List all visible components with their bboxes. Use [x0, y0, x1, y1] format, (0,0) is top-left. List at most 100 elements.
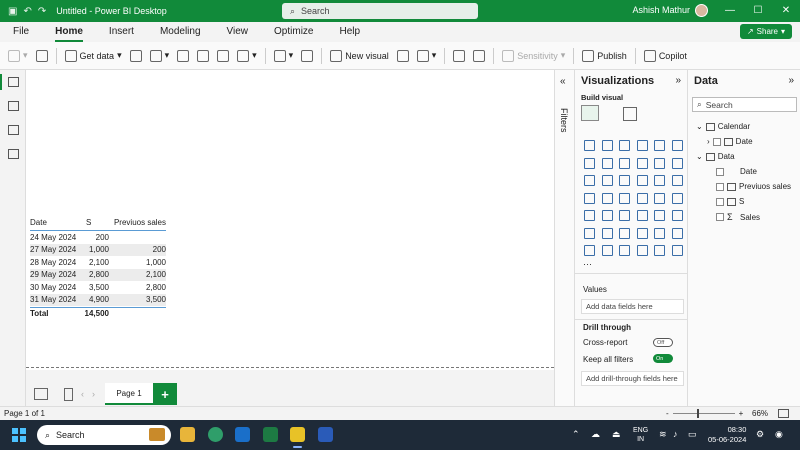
map-icon[interactable] — [601, 192, 613, 204]
drill-through-field-well[interactable]: Add drill-through fields here — [581, 371, 684, 386]
matrix-icon[interactable] — [654, 210, 665, 221]
report-canvas[interactable]: Date S Previuos sales 24 May 2024 200 27… — [26, 70, 554, 370]
power-apps-icon[interactable] — [619, 245, 630, 256]
filled-map-icon[interactable] — [619, 192, 630, 204]
paginated-report-icon[interactable] — [584, 245, 595, 256]
smart-narrative-icon[interactable] — [654, 227, 665, 239]
eject-icon[interactable]: ⏏ — [612, 429, 621, 440]
model-view-button[interactable] — [0, 118, 26, 142]
report-view-button[interactable] — [0, 70, 26, 94]
sql-button[interactable] — [177, 49, 190, 62]
ribbon-chart-icon[interactable] — [584, 175, 595, 186]
zoom-slider[interactable] — [672, 409, 735, 418]
taskbar-search-box[interactable]: ⌕ Search — [37, 425, 171, 445]
filters-pane-collapsed[interactable]: « Filters — [554, 70, 574, 406]
keep-all-filters-toggle[interactable]: On — [653, 354, 673, 363]
new-measure-button[interactable] — [453, 49, 466, 62]
field-data-date[interactable]: Date — [716, 167, 757, 176]
filters-label[interactable]: Filters — [559, 108, 569, 133]
azure-map-icon[interactable] — [636, 192, 648, 204]
add-page-button[interactable]: + — [153, 383, 177, 405]
table-visual[interactable]: Date S Previuos sales 24 May 2024 200 27… — [30, 214, 166, 320]
copilot-taskbar-icon[interactable]: ◉ — [775, 429, 783, 440]
decomposition-tree-icon[interactable] — [619, 227, 630, 239]
desktop-layout-icon[interactable] — [34, 388, 48, 400]
treemap-icon[interactable] — [584, 192, 595, 204]
power-bi-icon[interactable] — [290, 427, 305, 448]
field-checkbox[interactable] — [716, 167, 724, 176]
line-stacked-column-chart-icon[interactable] — [654, 157, 665, 169]
metrics-icon[interactable] — [671, 227, 683, 239]
dax-view-button[interactable] — [0, 142, 26, 166]
card-icon[interactable] — [671, 192, 683, 204]
python-visual-icon[interactable] — [584, 227, 595, 239]
title-search-box[interactable]: ⌕ Search — [282, 3, 478, 19]
collapse-chevron-icon[interactable]: » — [788, 75, 794, 86]
gauge-icon[interactable] — [654, 192, 665, 204]
line-clustered-column-chart-icon[interactable] — [671, 157, 683, 169]
dataverse-button[interactable] — [217, 49, 230, 62]
battery-icon[interactable]: ▭ — [688, 429, 697, 440]
save-icon[interactable]: ▣ — [8, 6, 17, 17]
expand-chevron-icon[interactable]: « — [560, 76, 566, 87]
pie-chart-icon[interactable] — [654, 175, 665, 186]
tab-file[interactable]: File — [0, 22, 42, 42]
field-checkbox[interactable] — [716, 197, 724, 206]
publish-button[interactable]: Publish — [582, 49, 627, 62]
fit-to-page-icon[interactable] — [778, 409, 789, 418]
100-stacked-bar-chart-icon[interactable] — [654, 140, 665, 151]
power-automate-icon[interactable] — [636, 245, 648, 256]
file-explorer-icon[interactable] — [180, 427, 195, 442]
stacked-area-chart-icon[interactable] — [619, 157, 630, 169]
onelake-button[interactable]: ▾ — [149, 49, 169, 62]
waterfall-chart-icon[interactable] — [601, 175, 613, 186]
zoom-in-button[interactable]: + — [739, 409, 744, 418]
100-stacked-area-chart-icon[interactable] — [636, 157, 648, 169]
get-data-button[interactable]: Get data ▾ — [64, 49, 122, 62]
field-checkbox[interactable] — [712, 137, 721, 146]
column-header-previous-sales[interactable]: Previuos sales — [109, 218, 166, 227]
next-page-icon[interactable]: › — [92, 389, 95, 399]
new-visual-button[interactable]: New visual — [330, 49, 389, 62]
field-previous-sales[interactable]: Previuos sales — [716, 182, 791, 191]
enter-data-button[interactable] — [197, 49, 210, 62]
tab-home[interactable]: Home — [42, 22, 96, 42]
input-language[interactable]: ENG IN — [633, 426, 648, 444]
volume-icon[interactable]: ♪ — [673, 429, 678, 439]
field-sales[interactable]: Σ Sales — [716, 212, 760, 222]
page-tab-1[interactable]: Page 1 — [105, 383, 153, 405]
table-item-calendar[interactable]: ⌄ Calendar — [696, 122, 750, 131]
key-influencers-icon[interactable] — [601, 227, 613, 239]
excel-icon[interactable] — [263, 427, 278, 442]
refresh-button[interactable] — [301, 49, 314, 62]
undo-icon[interactable]: ↶ — [23, 6, 31, 17]
donut-chart-icon[interactable] — [671, 175, 683, 186]
mobile-layout-icon[interactable] — [64, 387, 73, 401]
minimize-button[interactable]: — — [716, 0, 744, 22]
field-s[interactable]: S — [716, 197, 744, 206]
area-chart-icon[interactable] — [601, 157, 613, 169]
stacked-column-chart-icon[interactable] — [601, 140, 613, 151]
funnel-icon[interactable] — [619, 175, 630, 186]
windows-start-icon[interactable] — [12, 428, 26, 442]
slicer-icon[interactable] — [619, 210, 630, 221]
field-checkbox[interactable] — [716, 213, 724, 221]
field-checkbox[interactable] — [716, 182, 724, 191]
chevron-up-icon[interactable]: ⌃ — [572, 429, 580, 440]
settings-icon[interactable]: ⚙ — [756, 429, 764, 440]
diamond-visual-icon[interactable] — [654, 245, 665, 256]
arcgis-map-icon[interactable] — [601, 245, 613, 256]
zoom-percentage[interactable]: 66% — [752, 409, 768, 418]
scatter-chart-icon[interactable] — [636, 175, 648, 186]
tab-optimize[interactable]: Optimize — [261, 22, 326, 42]
text-box-button[interactable] — [396, 49, 409, 62]
kpi-icon[interactable] — [601, 210, 613, 221]
wifi-icon[interactable]: ≋ — [659, 429, 667, 440]
word-icon[interactable] — [318, 427, 333, 442]
copilot-button[interactable]: Copilot — [643, 49, 687, 62]
quick-measure-button[interactable] — [473, 49, 486, 62]
field-calendar-date[interactable]: › Date — [707, 137, 753, 146]
format-painter-button[interactable] — [35, 49, 48, 62]
outlook-icon[interactable] — [235, 427, 250, 442]
narrative-icon[interactable] — [671, 245, 683, 256]
